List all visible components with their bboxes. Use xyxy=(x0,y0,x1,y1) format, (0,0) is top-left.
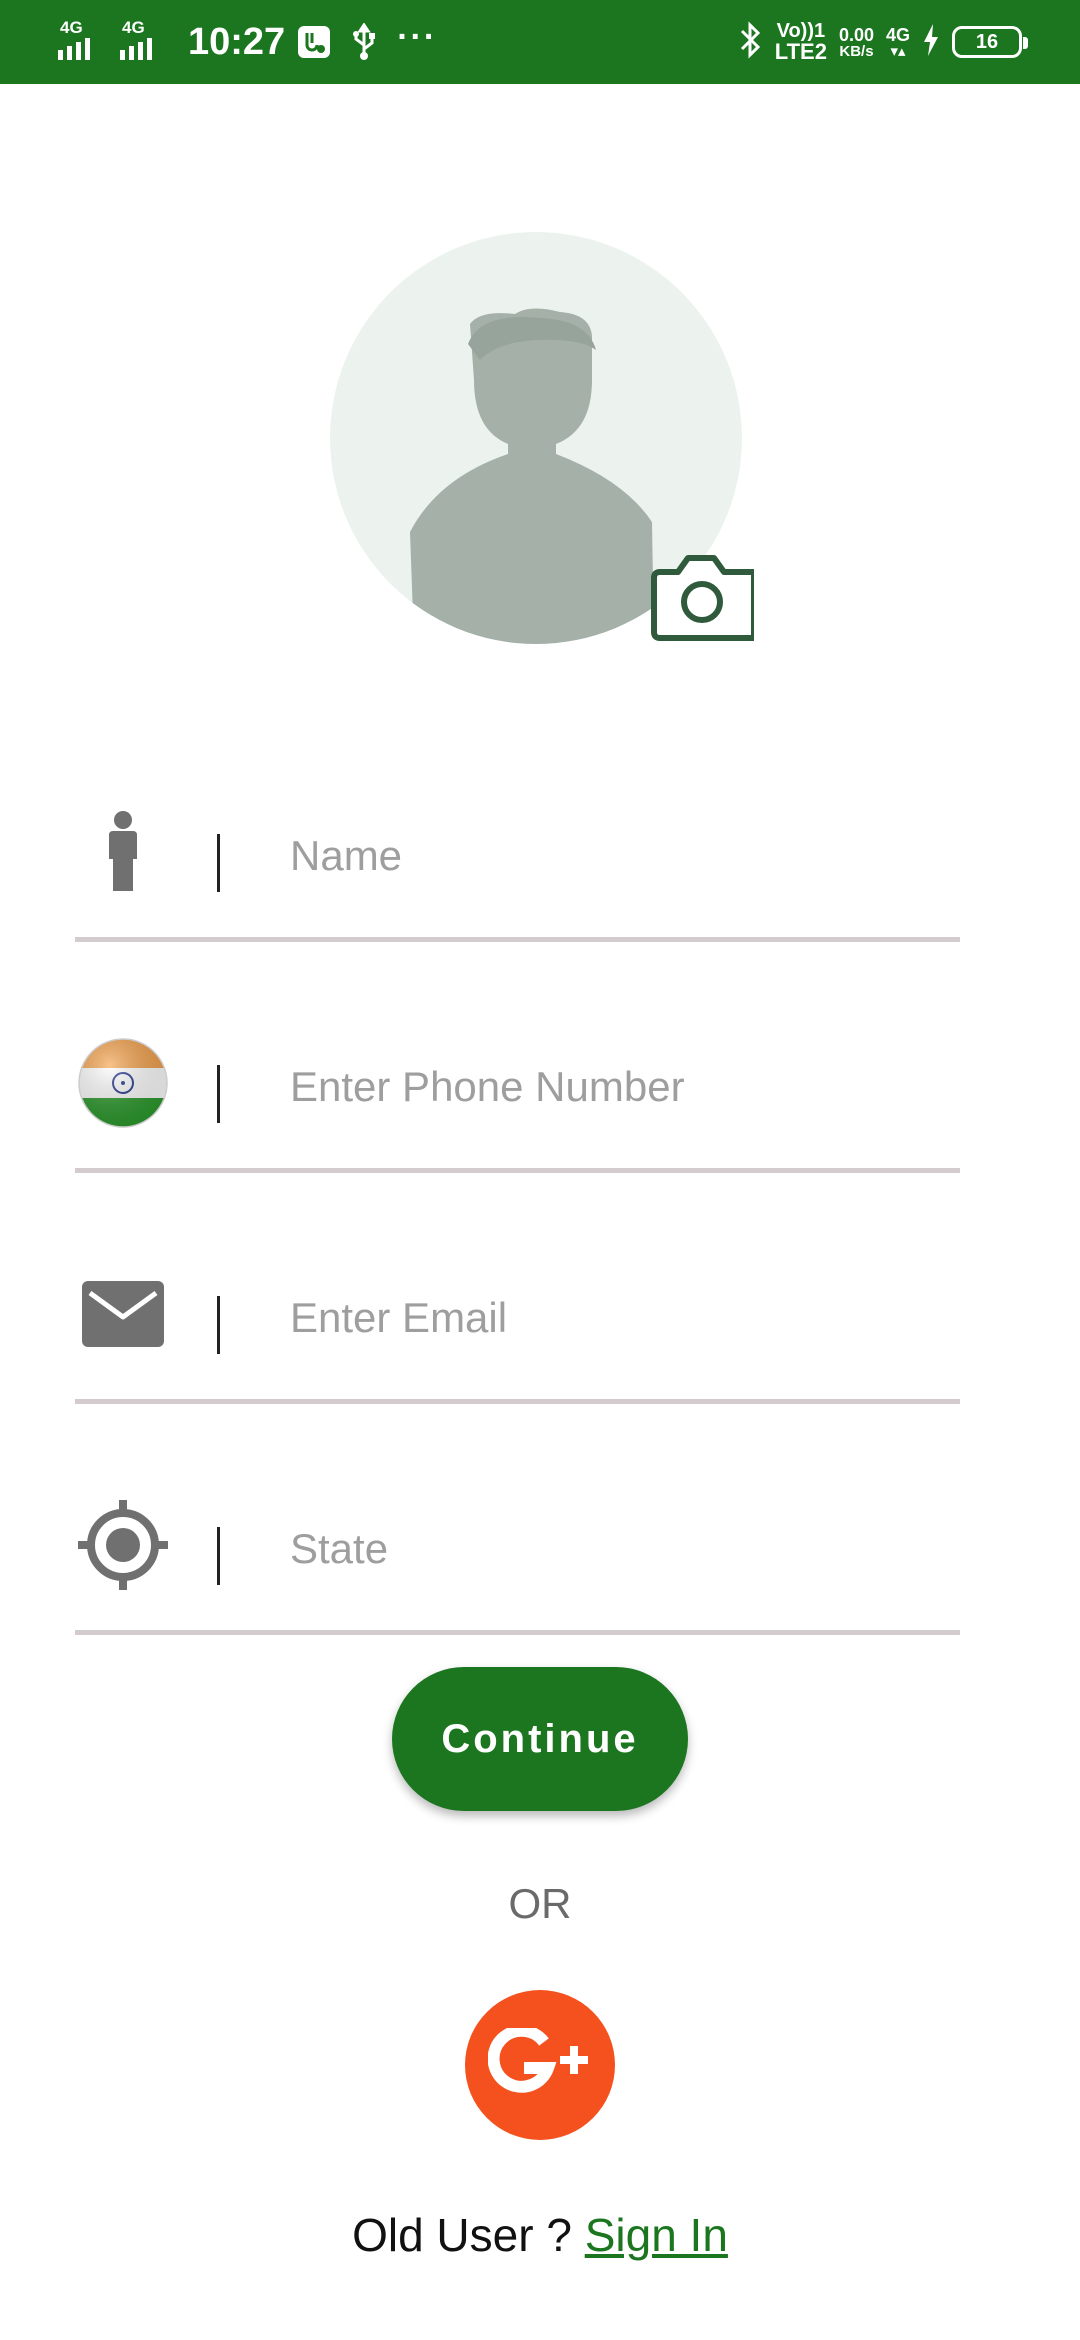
network-type-label: 4G xyxy=(60,18,83,37)
google-plus-icon xyxy=(487,2024,592,2103)
network-type-label: 4G xyxy=(122,18,145,37)
india-flag-icon[interactable] xyxy=(75,1033,171,1133)
name-field xyxy=(75,802,960,942)
app-notification-icon xyxy=(297,25,331,59)
clock: 10:27 xyxy=(188,20,286,63)
camera-icon[interactable] xyxy=(648,550,757,646)
email-input[interactable] xyxy=(290,1288,930,1348)
sign-in-row: Old User ? Sign In xyxy=(0,2208,1080,2262)
battery-level: 16 xyxy=(975,30,999,53)
phone-input[interactable] xyxy=(290,1057,930,1117)
status-bar: 4G 4G 10:27 ··· Vo))1 LTE2 0.00 KB/s 4G xyxy=(0,0,1080,84)
state-input[interactable] xyxy=(290,1519,930,1579)
charging-icon xyxy=(922,23,940,62)
email-field xyxy=(75,1264,960,1404)
mail-icon xyxy=(75,1264,171,1364)
location-target-icon[interactable] xyxy=(75,1495,171,1595)
or-divider-label: OR xyxy=(508,1880,572,1927)
volte-indicator: Vo))1 LTE2 xyxy=(774,20,827,64)
field-divider xyxy=(217,834,220,892)
google-plus-button[interactable] xyxy=(465,1990,615,2140)
continue-button[interactable]: Continue xyxy=(392,1667,688,1811)
network-speed: 0.00 KB/s xyxy=(838,24,874,60)
field-divider xyxy=(217,1527,220,1585)
name-input[interactable] xyxy=(290,826,930,886)
state-field xyxy=(75,1495,960,1635)
bluetooth-icon xyxy=(739,20,763,64)
field-divider xyxy=(217,1296,220,1354)
battery-icon: 16 xyxy=(952,26,1028,58)
phone-field xyxy=(75,1033,960,1173)
person-icon xyxy=(75,802,171,902)
network-type-indicator: 4G ▾▴ xyxy=(885,24,910,60)
signal-icon: 4G xyxy=(120,18,170,66)
sign-in-link[interactable]: Sign In xyxy=(585,2209,728,2261)
profile-photo-picker[interactable] xyxy=(330,232,757,652)
field-divider xyxy=(217,1065,220,1123)
more-dots-icon: ··· xyxy=(397,17,438,56)
usb-icon xyxy=(349,23,379,61)
signal-icon: 4G xyxy=(58,18,108,66)
old-user-label: Old User ? xyxy=(352,2209,585,2261)
